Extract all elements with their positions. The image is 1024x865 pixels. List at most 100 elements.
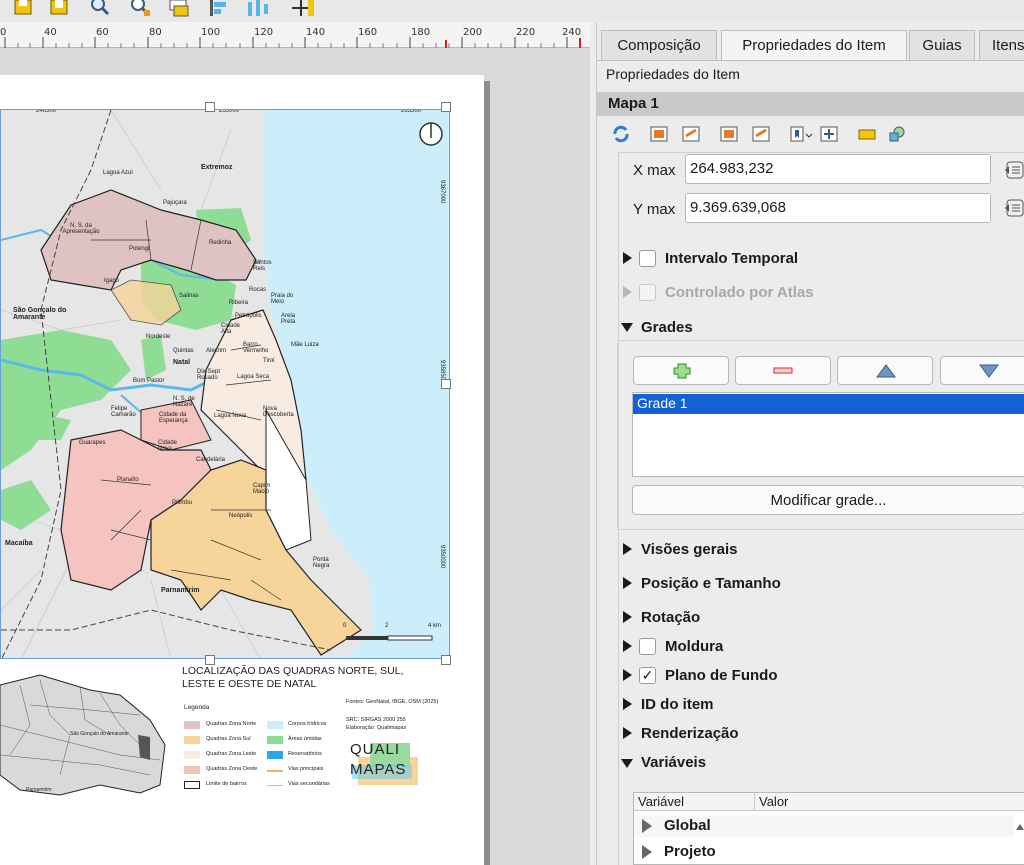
add-item-icon[interactable] xyxy=(168,0,192,18)
place-label: Pajuçara xyxy=(163,200,187,206)
place-label: Extremoz xyxy=(201,164,233,171)
legend-label: Áreas úmidas xyxy=(288,736,322,742)
selection-handle[interactable] xyxy=(205,102,215,112)
place-label: Candelária xyxy=(196,457,226,463)
place-label: Ponta Negra xyxy=(313,557,330,569)
inset-label: São Gonçalo do Amarante xyxy=(70,731,129,737)
selection-handle[interactable] xyxy=(205,655,215,665)
legend-swatch-wet xyxy=(267,736,283,744)
tab-guias[interactable]: Guias xyxy=(909,30,975,60)
place-label: Santos Reis xyxy=(253,260,272,272)
expand-arrow-icon[interactable] xyxy=(623,611,632,623)
background-checkbox[interactable]: ✓ xyxy=(639,667,656,684)
view-extent-icon[interactable] xyxy=(681,124,701,147)
variable-group-row[interactable]: Projeto xyxy=(634,841,1014,863)
clipping-icon[interactable] xyxy=(887,124,907,147)
data-defined-override-icon[interactable] xyxy=(1003,160,1024,180)
bookmark-icon[interactable] xyxy=(789,124,813,147)
selection-handle[interactable] xyxy=(441,379,451,389)
grid-list[interactable]: Grade 1 xyxy=(632,392,1024,477)
expand-arrow-icon[interactable] xyxy=(623,669,632,681)
place-label: Petrópolis xyxy=(235,313,262,319)
place-label: Capim Macio xyxy=(253,483,271,495)
expand-arrow-icon[interactable] xyxy=(642,845,652,859)
distribute-icon[interactable] xyxy=(246,0,270,18)
map-title: LOCALIZAÇÃO DAS QUADRAS NORTE, SUL, LEST… xyxy=(182,665,404,690)
remove-grid-button[interactable] xyxy=(735,356,831,385)
selection-handle[interactable] xyxy=(441,102,451,112)
expand-arrow-icon[interactable] xyxy=(623,640,632,652)
add-grid-button[interactable] xyxy=(633,356,729,385)
legend-title: Legenda xyxy=(184,704,210,711)
section-intervalo-temporal[interactable]: Intervalo Temporal xyxy=(665,250,798,267)
legend-swatch-road xyxy=(267,785,283,786)
section-plano-de-fundo[interactable]: Plano de Fundo xyxy=(665,667,778,684)
section-rotacao[interactable]: Rotação xyxy=(641,609,700,626)
ruler-label: 120 xyxy=(254,27,274,38)
layout-duplicate-icon[interactable] xyxy=(48,0,72,18)
section-moldura[interactable]: Moldura xyxy=(665,638,723,655)
author-text: Elaboração: Qualimapas xyxy=(346,725,407,731)
scroll-up-arrow-icon[interactable] xyxy=(1016,819,1024,830)
logo-line-2: MAPAS xyxy=(350,761,407,778)
zoom-layer-icon[interactable] xyxy=(128,0,152,18)
move-grid-down-button[interactable] xyxy=(940,356,1024,385)
expand-arrow-icon[interactable] xyxy=(623,698,632,710)
place-label: N. S. da Apresentação xyxy=(62,223,100,235)
scale-label: 0 xyxy=(343,623,347,629)
collapse-arrow-icon[interactable] xyxy=(621,759,633,768)
column-header[interactable]: Variável xyxy=(638,794,684,809)
expand-arrow-icon[interactable] xyxy=(623,577,632,589)
ruler-label: 240 xyxy=(562,27,582,38)
section-visoes-gerais[interactable]: Visões gerais xyxy=(641,541,737,558)
coord-label: 263500 xyxy=(401,109,422,114)
item-title: Mapa 1 xyxy=(608,95,659,112)
tab-composicao[interactable]: Composição xyxy=(601,30,717,60)
tab-itens[interactable]: Itens xyxy=(979,30,1024,60)
refresh-icon[interactable] xyxy=(611,124,631,147)
expand-arrow-icon[interactable] xyxy=(642,819,652,833)
zoom-item-icon[interactable] xyxy=(819,124,839,147)
section-variaveis[interactable]: Variáveis xyxy=(641,754,706,771)
lock-layers-icon[interactable] xyxy=(719,124,739,147)
inset-map[interactable]: São Gonçalo do Amarante Parnamirim xyxy=(0,665,168,803)
ruler-label: 160 xyxy=(358,27,378,38)
expand-arrow-icon[interactable] xyxy=(623,543,632,555)
temporal-checkbox[interactable] xyxy=(639,250,656,267)
frame-checkbox[interactable] xyxy=(639,638,656,655)
ymax-field[interactable]: 9.369.639,068 xyxy=(685,193,991,223)
layout-canvas[interactable]: 0 40 60 80 100 120 140 160 180 200 220 2… xyxy=(0,22,590,865)
tab-propriedades-item[interactable]: Propriedades do Item xyxy=(721,30,907,60)
legend-label: Corpos hídricos xyxy=(288,721,327,727)
legend-swatch-east xyxy=(184,751,200,759)
section-renderizacao[interactable]: Renderização xyxy=(641,725,739,742)
expand-arrow-icon[interactable] xyxy=(623,727,632,739)
variable-group-row[interactable]: Global xyxy=(634,815,1014,837)
variables-table[interactable]: Variável Valor Global Projeto xyxy=(633,792,1024,865)
place-label: Nova Descoberta xyxy=(263,406,294,418)
data-defined-override-icon[interactable] xyxy=(1003,198,1024,218)
map-item[interactable]: 246500 255000 263500 9367000 9358500 935… xyxy=(0,109,450,659)
set-extent-icon[interactable] xyxy=(649,124,669,147)
grid-list-item[interactable]: Grade 1 xyxy=(633,394,1024,414)
modify-grid-button[interactable]: Modificar grade... xyxy=(632,485,1024,515)
layout-page[interactable]: 246500 255000 263500 9367000 9358500 935… xyxy=(0,75,484,865)
place-label: Rocas xyxy=(249,287,267,293)
expand-arrow-icon[interactable] xyxy=(623,252,632,264)
section-grades[interactable]: Grades xyxy=(641,319,693,336)
label-settings-icon[interactable] xyxy=(857,124,877,147)
selection-handle[interactable] xyxy=(441,655,451,665)
zoom-full-icon[interactable] xyxy=(88,0,112,18)
save-layout-icon[interactable] xyxy=(12,0,36,18)
section-id-do-item[interactable]: ID do item xyxy=(641,696,714,713)
resize-icon[interactable] xyxy=(288,0,314,18)
lock-styles-icon[interactable] xyxy=(751,124,771,147)
align-icon[interactable] xyxy=(206,0,230,18)
column-header[interactable]: Valor xyxy=(759,794,788,809)
collapse-arrow-icon[interactable] xyxy=(621,323,633,332)
place-label: Natal xyxy=(173,359,191,366)
move-grid-up-button[interactable] xyxy=(837,356,933,385)
section-posicao-tamanho[interactable]: Posição e Tamanho xyxy=(641,575,781,592)
xmax-field[interactable]: 264.983,232 xyxy=(685,154,991,184)
legend-label: Vias secundárias xyxy=(288,781,330,787)
